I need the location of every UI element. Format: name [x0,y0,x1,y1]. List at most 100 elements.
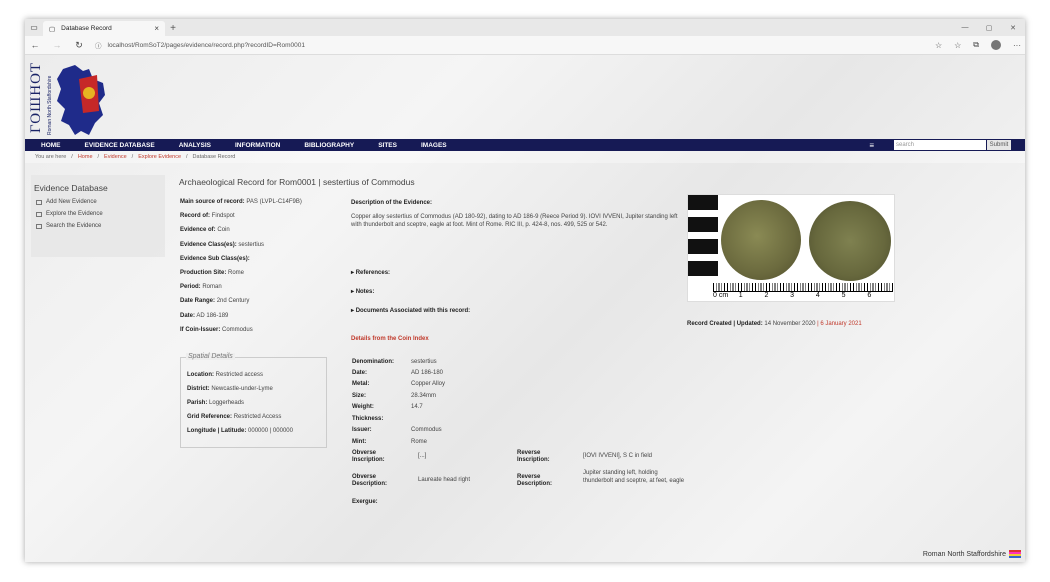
coin-label: Size: [352,393,367,399]
record-fields: Main source of record: PAS (LVPL-C14F9B)… [180,199,345,341]
new-tab-icon[interactable]: + [165,21,181,36]
hamburger-menu-icon[interactable]: ≡ [869,141,874,150]
back-icon[interactable]: ← [29,40,41,50]
profile-avatar[interactable] [991,40,1001,50]
references-toggle[interactable]: ▸ References: [351,269,390,276]
photo-scale-bar [688,195,718,283]
browser-window: ▭ ▢ Database Record × + — ▢ ✕ ← → ↻ ⓘ lo… [25,19,1025,562]
field-value: Roman [202,284,222,291]
spatial-value: Restricted Access [233,414,282,420]
url-field[interactable]: ⓘ localhost/RomSoT2/pages/evidence/recor… [95,40,305,51]
sidebar-item-search[interactable]: Search the Evidence [36,223,165,229]
sidebar-item-label: Add New Evidence [46,199,97,205]
reverse-inscription: [IOVI IVVENI], S C in field [583,453,653,459]
coin-value: Copper Alloy [411,381,446,387]
spatial-row: Location: Restricted access [187,372,263,378]
coin-photo[interactable]: 0 cm 1 2 3 4 5 6 [687,194,895,302]
coin-row: Denomination: [352,359,394,365]
staffordshire-map-logo[interactable] [53,61,109,137]
sidebar: Evidence Database Add New Evidence Explo… [31,175,165,257]
field-row: Date Range: 2nd Century [180,298,345,312]
collections-icon[interactable]: ⧉ [973,40,979,50]
expander-label: Documents Associated with this record: [355,308,471,314]
reload-icon[interactable]: ↻ [73,40,85,51]
breadcrumb-explore-evidence[interactable]: Explore Evidence [138,154,181,160]
sidebar-item-add-evidence[interactable]: Add New Evidence [36,199,165,205]
search-submit-button[interactable]: Submit [987,140,1011,150]
main-nav: HOME EVIDENCE DATABASE ANALYSIS INFORMAT… [25,139,1025,151]
site-logo-title[interactable]: ГОШНОТ [28,59,46,135]
minimize-icon[interactable]: — [953,19,977,36]
read-aloud-icon[interactable]: ☆ [935,41,942,50]
coin-index-heading[interactable]: Details from the Coin Index [351,336,429,342]
obverse-inscription: [...] [418,453,427,459]
coin-row: Thickness: [352,416,383,422]
obverse-inscription-label: Obverse Inscription: [352,450,402,464]
field-row: Evidence of: Coin [180,227,345,241]
field-value: Coin [217,227,230,234]
notes-toggle[interactable]: ▸ Notes: [351,288,374,295]
title-bar: ▭ ▢ Database Record × + — ▢ ✕ [25,19,1025,36]
spatial-legend: Spatial Details [186,353,235,360]
field-row: Evidence Sub Class(es): [180,256,345,270]
description-heading: Description of the Evidence: [351,200,433,206]
ruler-label: 1 [738,292,743,299]
description-section: Description of the Evidence: Copper allo… [351,200,681,229]
nav-information[interactable]: INFORMATION [235,142,280,149]
url-text: localhost/RomSoT2/pages/evidence/record.… [107,41,305,49]
obverse-description-label: Obverse Description: [352,474,402,488]
coin-label: Exergue: [352,499,378,505]
coin-row: Date: [352,370,367,376]
coin-label: Metal: [352,381,370,387]
nav-evidence-database[interactable]: EVIDENCE DATABASE [85,142,155,149]
breadcrumb-home[interactable]: Home [78,154,93,160]
spatial-label: Longitude | Latitude: [187,428,247,434]
explore-icon [36,211,42,217]
flag-icon [1009,550,1021,558]
documents-toggle[interactable]: ▸ Documents Associated with this record: [351,307,470,314]
coin-label: Obverse Description: [352,474,388,487]
spatial-value: Newcastle-under-Lyme [211,386,273,392]
expander-label: References: [355,270,391,276]
field-label: Evidence Class(es): [180,241,237,248]
ruler-label: 6 [867,292,872,299]
breadcrumb-evidence[interactable]: Evidence [104,154,127,160]
nav-bibliography[interactable]: BIBLIOGRAPHY [304,142,354,149]
reverse-description-label: Reverse Description: [517,474,567,488]
ruler-label: 3 [790,292,795,299]
coin-row: Mint: [352,439,366,445]
date-separator: | [817,321,819,327]
search-input[interactable]: search [894,140,986,150]
field-row: If Coin-Issuer: Commodus [180,327,345,341]
coin-value: Rome [411,439,428,445]
breadcrumb-separator: / [131,154,134,160]
coin-reverse-image [809,201,891,281]
nav-home[interactable]: HOME [41,142,61,149]
window-menu-icon[interactable]: ▭ [25,19,43,36]
nav-images[interactable]: IMAGES [421,142,447,149]
updated-date: 6 January 2021 [820,321,862,327]
tab-close-icon[interactable]: × [154,24,159,33]
ruler-label: 2 [764,292,769,299]
forward-icon[interactable]: → [51,40,63,50]
breadcrumb-separator: / [71,154,73,160]
browser-tab[interactable]: ▢ Database Record × [43,21,165,36]
spatial-row: District: Newcastle-under-Lyme [187,386,273,392]
window-close-icon[interactable]: ✕ [1001,19,1025,36]
spatial-label: Grid Reference: [187,414,233,420]
description-text: Copper alloy sestertius of Commodus (AD … [351,214,678,228]
nav-sites[interactable]: SITES [378,142,397,149]
web-page: ГОШНОТ Roman North Staffordshire HOME EV… [25,55,1025,562]
spatial-row: Parish: Loggerheads [187,400,244,406]
ruler-label: 0 cm [713,292,729,299]
nav-analysis[interactable]: ANALYSIS [179,142,211,149]
spatial-row: Grid Reference: Restricted Access [187,414,281,420]
breadcrumb-separator: / [186,154,188,160]
maximize-icon[interactable]: ▢ [977,19,1001,36]
field-label: Production Site: [180,269,227,276]
sidebar-item-explore[interactable]: Explore the Evidence [36,211,165,217]
field-label: Evidence of: [180,227,216,234]
field-row: Record of: Findspot [180,213,345,227]
more-icon[interactable]: ··· [1013,41,1021,50]
favorites-icon[interactable]: ☆ [954,41,961,50]
